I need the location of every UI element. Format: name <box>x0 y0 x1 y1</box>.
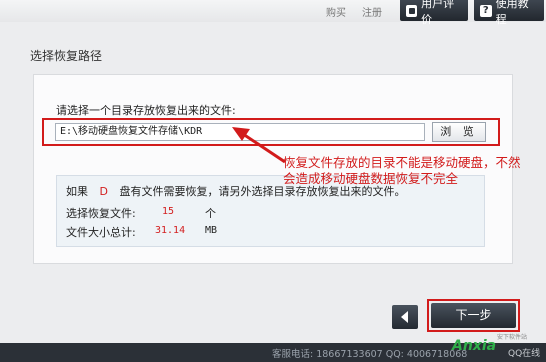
back-button[interactable] <box>392 305 418 329</box>
buy-link[interactable]: 购买 <box>326 4 346 19</box>
tutorial-button[interactable]: ? 使用教程 <box>474 0 544 26</box>
annotation-line-2: 会造成移动硬盘数据恢复不完全 <box>283 171 459 186</box>
path-prompt-label: 请选择一个目录存放恢复出来的文件: <box>56 104 236 117</box>
page-title: 选择恢复路径 <box>30 49 103 63</box>
files-unit: 个 <box>205 207 216 220</box>
browse-button[interactable]: 浏 览 <box>432 122 486 142</box>
register-link[interactable]: 注册 <box>362 4 382 19</box>
user-review-button[interactable]: 用户评价 <box>400 0 468 26</box>
size-label: 文件大小总计: <box>66 226 136 239</box>
thumbs-up-icon <box>406 4 418 17</box>
watermark-logo: Anxia <box>452 338 497 354</box>
qq-online-link[interactable]: QQ在线 <box>508 346 540 359</box>
annotation-text: 恢复文件存放的目录不能是移动硬盘，不然 会造成移动硬盘数据恢复不完全 <box>283 155 545 187</box>
annotation-line-1: 恢复文件存放的目录不能是移动硬盘，不然 <box>283 155 521 170</box>
size-value: 31.14 <box>155 225 186 236</box>
path-input[interactable]: E:\移动硬盘恢复文件存储\KDR <box>55 123 425 141</box>
files-count: 15 <box>162 206 175 217</box>
files-label: 选择恢复文件: <box>66 207 136 220</box>
help-icon: ? <box>480 4 492 17</box>
watermark-sub: 安下软件站 <box>497 334 528 341</box>
tutorial-label: 使用教程 <box>495 0 529 26</box>
support-contact: 客服电话: 18667133607 QQ: 4006718068 <box>272 349 468 360</box>
next-button[interactable]: 下一步 <box>431 303 516 328</box>
user-review-label: 用户评价 <box>421 0 455 26</box>
size-unit: MB <box>205 225 218 236</box>
drive-letter: D <box>99 185 108 198</box>
